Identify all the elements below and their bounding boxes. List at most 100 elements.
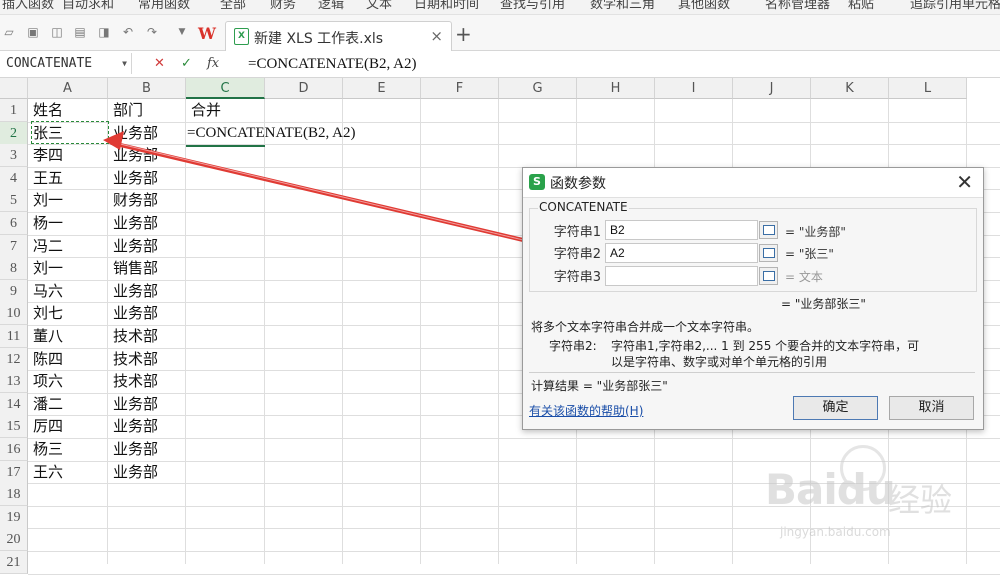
cell-B12[interactable]: 技术部 [108, 348, 158, 371]
column-header-C[interactable]: C [186, 78, 265, 99]
column-header-B[interactable]: B [108, 78, 186, 99]
cell-A4[interactable]: 王五 [28, 167, 63, 190]
row-header-15[interactable]: 15 [0, 415, 28, 439]
export-icon[interactable]: ◫ [50, 25, 64, 39]
cell-B16[interactable]: 业务部 [108, 438, 158, 461]
cell-B3[interactable]: 业务部 [108, 144, 158, 167]
cell-B1[interactable]: 部门 [108, 99, 143, 122]
cell-A11[interactable]: 董八 [28, 325, 63, 348]
name-box[interactable]: CONCATENATE ▼ [0, 53, 132, 74]
cell-A6[interactable]: 杨一 [28, 212, 63, 235]
row-header-16[interactable]: 16 [0, 438, 28, 461]
cell-A1[interactable]: 姓名 [28, 99, 63, 122]
cell-B9[interactable]: 业务部 [108, 280, 158, 303]
row-header-18[interactable]: 18 [0, 483, 28, 507]
ok-button[interactable]: 确定 [793, 396, 878, 420]
more-dropdown-icon[interactable]: ▼ [175, 25, 189, 39]
confirm-formula-icon[interactable]: ✓ [181, 54, 192, 74]
row-header-12[interactable]: 12 [0, 347, 28, 371]
cell-B10[interactable]: 业务部 [108, 302, 158, 325]
menu-insert-function[interactable]: 插入函数 [2, 0, 54, 12]
cell-A5[interactable]: 刘一 [28, 189, 63, 212]
arg2-input[interactable]: A2 [605, 243, 758, 263]
cancel-button[interactable]: 取消 [889, 396, 974, 420]
cell-B4[interactable]: 业务部 [108, 167, 158, 190]
collapse-dialog-icon[interactable] [759, 244, 778, 262]
dialog-titlebar[interactable]: S 函数参数 ✕ [523, 168, 983, 198]
row-header-8[interactable]: 8 [0, 257, 28, 281]
select-all-corner[interactable] [0, 78, 28, 99]
menu-math[interactable]: 数学和三角 [590, 0, 655, 12]
chevron-down-icon[interactable]: ▼ [122, 53, 127, 74]
cell-A9[interactable]: 马六 [28, 280, 63, 303]
menu-logic[interactable]: 逻辑 [318, 0, 344, 12]
tab-document[interactable]: X 新建 XLS 工作表.xls × [225, 21, 452, 52]
row-header-11[interactable]: 11 [0, 325, 28, 348]
menu-common-functions[interactable]: 常用函数 [138, 0, 190, 12]
menu-paste[interactable]: 粘贴 [848, 0, 874, 12]
menu-all[interactable]: 全部 [220, 0, 246, 12]
row-header-17[interactable]: 17 [0, 460, 28, 484]
column-header-J[interactable]: J [733, 78, 811, 99]
cell-B14[interactable]: 业务部 [108, 393, 158, 416]
arg3-input[interactable] [605, 266, 758, 286]
cell-B2[interactable]: 业务部 [108, 122, 158, 145]
cell-B7[interactable]: 业务部 [108, 235, 158, 258]
row-header-5[interactable]: 5 [0, 189, 28, 213]
open-icon[interactable]: ▱ [2, 25, 16, 39]
row-header-20[interactable]: 20 [0, 528, 28, 552]
cell-A7[interactable]: 冯二 [28, 235, 63, 258]
close-icon[interactable]: ✕ [956, 170, 973, 194]
save-icon[interactable]: ▣ [26, 25, 40, 39]
cell-A3[interactable]: 李四 [28, 144, 63, 167]
row-header-10[interactable]: 10 [0, 302, 28, 326]
collapse-dialog-icon[interactable] [759, 221, 778, 239]
cell-A17[interactable]: 王六 [28, 461, 63, 484]
wps-logo-icon[interactable]: W [198, 24, 216, 43]
cell-A13[interactable]: 项六 [28, 370, 63, 393]
column-header-L[interactable]: L [889, 78, 967, 99]
cell-C1[interactable]: 合并 [186, 99, 221, 122]
column-header-F[interactable]: F [421, 78, 499, 99]
row-header-1[interactable]: 1 [0, 99, 28, 122]
cell-A16[interactable]: 杨三 [28, 438, 63, 461]
row-header-7[interactable]: 7 [0, 234, 28, 258]
column-header-E[interactable]: E [343, 78, 421, 99]
menu-lookup[interactable]: 查找与引用 [500, 0, 565, 12]
cell-A14[interactable]: 潘二 [28, 393, 63, 416]
cell-B15[interactable]: 业务部 [108, 415, 158, 438]
undo-icon[interactable]: ↶ [121, 25, 135, 39]
new-tab-icon[interactable]: + [455, 22, 472, 46]
cell-A15[interactable]: 厉四 [28, 415, 63, 438]
redo-icon[interactable]: ↷ [145, 25, 159, 39]
row-header-14[interactable]: 14 [0, 392, 28, 416]
row-header-13[interactable]: 13 [0, 370, 28, 394]
row-header-9[interactable]: 9 [0, 279, 28, 303]
menu-finance[interactable]: 财务 [270, 0, 296, 12]
menu-autosum[interactable]: 自动求和 [62, 0, 114, 12]
column-header-H[interactable]: H [577, 78, 655, 99]
cell-B8[interactable]: 销售部 [108, 257, 158, 280]
menu-datetime[interactable]: 日期和时间 [414, 0, 479, 12]
print-icon[interactable]: ▤ [73, 25, 87, 39]
column-header-D[interactable]: D [265, 78, 343, 99]
cell-A10[interactable]: 刘七 [28, 302, 63, 325]
cell-B5[interactable]: 财务部 [108, 189, 158, 212]
column-header-A[interactable]: A [28, 78, 108, 99]
column-header-G[interactable]: G [499, 78, 577, 99]
help-link[interactable]: 有关该函数的帮助(H) [529, 402, 643, 419]
tab-close-icon[interactable]: × [430, 27, 443, 45]
formula-input[interactable]: =CONCATENATE(B2, A2) [248, 53, 416, 75]
column-header-I[interactable]: I [655, 78, 733, 99]
arg1-input[interactable]: B2 [605, 220, 758, 240]
row-header-3[interactable]: 3 [0, 144, 28, 168]
row-header-19[interactable]: 19 [0, 505, 28, 529]
column-header-K[interactable]: K [811, 78, 889, 99]
print-preview-icon[interactable]: ◨ [97, 25, 111, 39]
menu-other-functions[interactable]: 其他函数 [678, 0, 730, 12]
row-header-6[interactable]: 6 [0, 212, 28, 235]
menu-name-manager[interactable]: 名称管理器 [765, 0, 830, 12]
cell-B6[interactable]: 业务部 [108, 212, 158, 235]
insert-function-icon[interactable]: fx [207, 54, 219, 74]
cell-B13[interactable]: 技术部 [108, 370, 158, 393]
